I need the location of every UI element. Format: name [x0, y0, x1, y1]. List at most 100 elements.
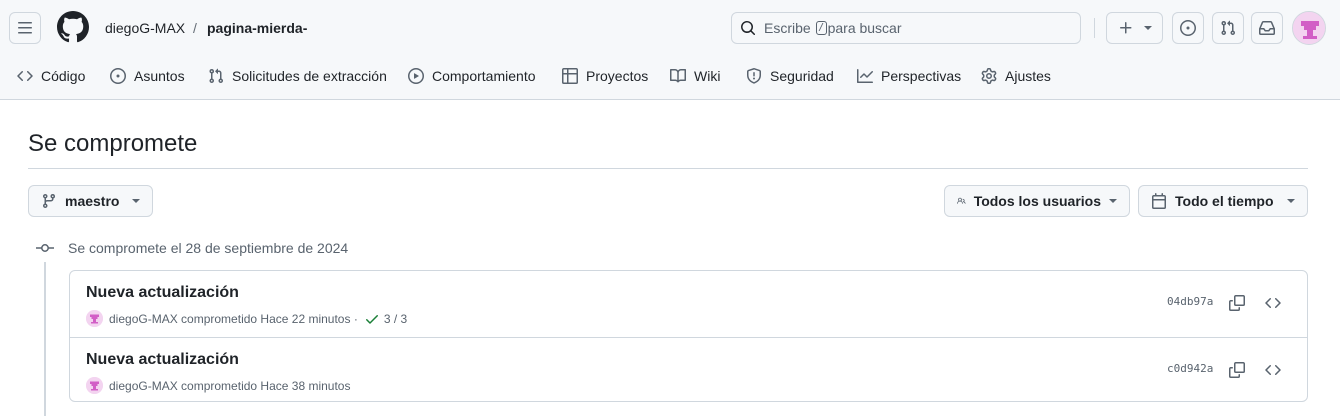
- author-avatar[interactable]: [86, 377, 103, 394]
- code-icon: [1265, 364, 1281, 376]
- commit-meta: diegoG-MAX comprometido Hace 22 minutos …: [86, 310, 407, 327]
- tab-wiki[interactable]: Wiki: [670, 58, 720, 94]
- branch-label: maestro: [65, 193, 120, 209]
- calendar-icon: [1152, 193, 1166, 209]
- create-new-button[interactable]: [1106, 12, 1163, 44]
- git-pull-request-icon: [209, 68, 224, 84]
- github-logo-icon[interactable]: [57, 11, 89, 43]
- code-icon: [1265, 297, 1281, 309]
- search-shortcut-key: /: [815, 21, 827, 35]
- copy-icon: [1229, 362, 1245, 378]
- commit-sha-link[interactable]: c0d942a: [1167, 362, 1213, 375]
- tab-settings[interactable]: Ajustes: [981, 58, 1051, 94]
- tab-code[interactable]: Código: [17, 58, 85, 94]
- breadcrumb-repo[interactable]: pagina-mierda-: [207, 19, 307, 37]
- author-link[interactable]: diegoG-MAX: [109, 312, 178, 326]
- branch-select[interactable]: maestro: [28, 185, 153, 217]
- chevron-down-icon: [1109, 199, 1117, 203]
- search-placeholder-end: para buscar: [827, 20, 902, 36]
- chevron-down-icon: [1143, 26, 1152, 30]
- menu-button[interactable]: [9, 12, 41, 44]
- commit-verb: comprometido: [181, 311, 258, 326]
- inbox-icon: [1259, 21, 1275, 35]
- commit-group-heading: Se compromete el 28 de septiembre de 202…: [68, 240, 349, 256]
- tab-label: Solicitudes de extracción: [232, 68, 387, 84]
- issues-button[interactable]: [1172, 12, 1204, 44]
- header-divider: [1094, 18, 1095, 38]
- users-filter[interactable]: Todos los usuarios: [944, 185, 1130, 217]
- checks-status[interactable]: 3 / 3: [364, 311, 407, 327]
- hamburger-icon: [18, 22, 32, 34]
- tab-label: Ajustes: [1005, 68, 1051, 84]
- identicon-icon: [86, 310, 103, 327]
- app-header: diegoG-MAX / pagina-mierda- Escribe / par…: [0, 0, 1340, 100]
- repo-nav: Código Asuntos Solicitudes de extracción…: [0, 58, 1340, 94]
- page-title: Se compromete: [28, 130, 198, 157]
- identicon-icon: [1293, 12, 1325, 44]
- tab-label: Proyectos: [586, 68, 649, 84]
- plus-icon: [1119, 22, 1131, 34]
- search-placeholder-start: Escribe: [764, 20, 811, 36]
- tab-security[interactable]: Seguridad: [746, 58, 834, 94]
- commit-sha-link[interactable]: 04db97a: [1167, 295, 1213, 308]
- play-icon: [408, 68, 424, 84]
- check-icon: [365, 314, 378, 324]
- table-icon: [562, 68, 578, 84]
- search-input[interactable]: Escribe / para buscar: [731, 12, 1081, 44]
- tab-actions[interactable]: Comportamiento: [408, 58, 536, 94]
- checks-count: 3 / 3: [383, 311, 408, 326]
- identicon-icon: [86, 377, 103, 394]
- browse-code-button[interactable]: [1264, 361, 1282, 379]
- commit-list: Nueva actualización diegoG-MAX compromet…: [69, 270, 1308, 402]
- author-avatar[interactable]: [86, 310, 103, 327]
- browse-code-button[interactable]: [1264, 294, 1282, 312]
- issue-opened-icon: [110, 68, 126, 84]
- users-filter-label: Todos los usuarios: [973, 193, 1101, 209]
- tab-label: Perspectivas: [881, 68, 962, 84]
- tab-projects[interactable]: Proyectos: [562, 58, 648, 94]
- time-filter-label: Todo el tiempo: [1175, 193, 1274, 209]
- copy-sha-button[interactable]: [1228, 294, 1246, 312]
- git-commit-icon: [36, 244, 54, 252]
- tab-issues[interactable]: Asuntos: [110, 58, 185, 94]
- pull-requests-button[interactable]: [1212, 12, 1244, 44]
- commit-time: Hace 38 minutos: [260, 378, 351, 393]
- pull-request-icon: [1221, 20, 1236, 36]
- git-branch-icon: [42, 194, 55, 209]
- tab-label: Seguridad: [770, 68, 834, 84]
- graph-icon: [857, 69, 873, 83]
- copy-icon: [1229, 295, 1245, 311]
- breadcrumb-separator: /: [193, 20, 197, 36]
- tab-label: Comportamiento: [432, 68, 536, 84]
- people-icon: [957, 197, 966, 204]
- chevron-down-icon: [132, 199, 140, 203]
- avatar[interactable]: [1292, 11, 1326, 45]
- top-bar: diegoG-MAX / pagina-mierda- Escribe / par…: [0, 0, 1340, 56]
- chevron-down-icon: [1287, 199, 1295, 203]
- author-link[interactable]: diegoG-MAX: [109, 379, 178, 393]
- timeline-line: [44, 262, 46, 416]
- gear-icon: [981, 68, 997, 84]
- commit-meta: diegoG-MAX comprometido Hace 38 minutos: [86, 377, 350, 394]
- commit-title-link[interactable]: Nueva actualización: [86, 283, 239, 303]
- copy-sha-button[interactable]: [1228, 361, 1246, 379]
- divider: [28, 168, 1308, 169]
- commit-title-link[interactable]: Nueva actualización: [86, 350, 239, 370]
- code-icon: [17, 70, 33, 82]
- meta-separator: ·: [353, 311, 358, 326]
- time-filter[interactable]: Todo el tiempo: [1138, 185, 1308, 217]
- tab-insights[interactable]: Perspectivas: [857, 58, 961, 94]
- tab-label: Wiki: [694, 68, 721, 84]
- tab-label: Asuntos: [134, 68, 185, 84]
- commit-time: Hace 22 minutos: [260, 311, 351, 326]
- breadcrumb-owner[interactable]: diegoG-MAX: [105, 19, 185, 37]
- issue-icon: [1180, 20, 1196, 36]
- tab-label: Código: [41, 68, 86, 84]
- shield-icon: [747, 68, 761, 84]
- commit-verb: comprometido: [181, 378, 258, 393]
- inbox-button[interactable]: [1251, 12, 1283, 44]
- tab-pull-requests[interactable]: Solicitudes de extracción: [208, 58, 387, 94]
- book-icon: [670, 68, 686, 83]
- search-icon: [741, 21, 756, 36]
- commit-row: Nueva actualización diegoG-MAX compromet…: [70, 271, 1307, 337]
